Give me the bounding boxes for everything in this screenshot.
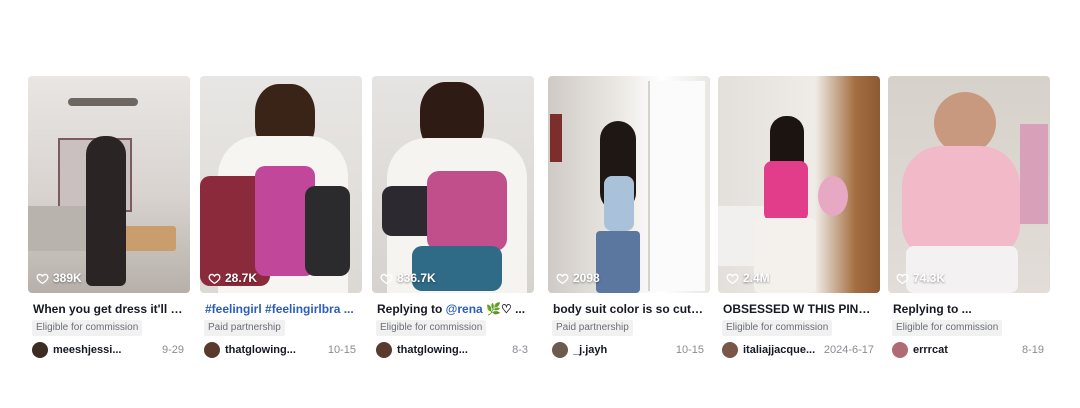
video-thumbnail[interactable]: 836.7K: [372, 76, 534, 293]
avatar[interactable]: [32, 342, 48, 358]
heart-outline-icon: [726, 273, 739, 284]
video-card[interactable]: 74.3K Replying to ... Eligible for commi…: [888, 76, 1050, 359]
post-date: 8-3: [512, 344, 528, 356]
username[interactable]: _j.jayh: [573, 344, 669, 356]
video-grid: 389K When you get dress it'll give... El…: [0, 0, 1080, 408]
username[interactable]: errrcat: [913, 344, 1009, 356]
paid-partnership-badge: Paid partnership: [552, 320, 633, 336]
like-count-value: 28.7K: [225, 271, 258, 285]
like-count-value: 836.7K: [397, 271, 436, 285]
video-caption[interactable]: #feelingirl #feelingirlbra ...: [200, 301, 357, 317]
video-caption[interactable]: Replying to @rena 🌿♡ ...: [372, 301, 529, 317]
video-card[interactable]: 28.7K #feelingirl #feelingirlbra ... Pai…: [200, 76, 362, 359]
video-caption[interactable]: body suit color is so cute an...: [548, 301, 705, 317]
wall-decor-graphic: [1020, 124, 1048, 224]
video-caption[interactable]: When you get dress it'll give...: [28, 301, 185, 317]
person-jeans: [596, 231, 640, 293]
painting-graphic: [550, 114, 562, 162]
video-thumbnail[interactable]: 2098: [548, 76, 710, 293]
video-meta: thatglowing... 8-3: [372, 341, 534, 359]
heart-outline-icon: [556, 273, 569, 284]
username[interactable]: thatglowing...: [397, 344, 493, 356]
video-thumbnail[interactable]: 389K: [28, 76, 190, 293]
video-thumbnail[interactable]: 2.4M: [718, 76, 880, 293]
like-count: 836.7K: [380, 271, 436, 285]
heart-outline-icon: [380, 273, 393, 284]
video-caption[interactable]: Replying to ...: [888, 301, 1045, 317]
avatar[interactable]: [204, 342, 220, 358]
caption-hashtags[interactable]: #feelingirl #feelingirlbra ...: [205, 302, 354, 316]
commission-badge: Eligible for commission: [376, 320, 487, 336]
video-meta: thatglowing... 10-15: [200, 341, 362, 359]
avatar[interactable]: [552, 342, 568, 358]
clothes-pile: [427, 171, 507, 251]
like-count-value: 389K: [53, 271, 82, 285]
person-bodysuit: [764, 161, 808, 221]
person-top: [604, 176, 634, 231]
like-count: 389K: [36, 271, 82, 285]
person-skirt: [906, 246, 1018, 293]
like-count: 2098: [556, 271, 600, 285]
person-head: [934, 92, 996, 154]
post-date: 2024-6-17: [823, 344, 874, 356]
caption-suffix: 🌿♡ ...: [482, 302, 526, 316]
video-meta: errrcat 8-19: [888, 341, 1050, 359]
caption-mention[interactable]: @rena: [446, 302, 483, 316]
video-meta: _j.jayh 10-15: [548, 341, 710, 359]
clothes-pile: [305, 186, 350, 276]
username[interactable]: italiajjacque...: [743, 344, 824, 356]
commission-badge: Eligible for commission: [32, 320, 143, 336]
video-thumbnail[interactable]: 28.7K: [200, 76, 362, 293]
username[interactable]: meeshjessi...: [53, 344, 149, 356]
video-card[interactable]: 2098 body suit color is so cute an... Pa…: [548, 76, 710, 359]
post-date: 10-15: [327, 344, 356, 356]
video-meta: meeshjessi... 9-29: [28, 341, 190, 359]
commission-badge: Eligible for commission: [722, 320, 833, 336]
post-date: 9-29: [161, 344, 184, 356]
door-graphic: [648, 81, 705, 291]
paid-partnership-badge: Paid partnership: [204, 320, 285, 336]
like-count: 28.7K: [208, 271, 257, 285]
ceiling-fan-graphic: [68, 98, 138, 106]
post-date: 8-19: [1021, 344, 1044, 356]
like-count-value: 2.4M: [743, 271, 770, 285]
like-count-value: 74.3K: [913, 271, 946, 285]
heart-outline-icon: [36, 273, 49, 284]
avatar[interactable]: [376, 342, 392, 358]
video-card[interactable]: 2.4M OBSESSED W THIS PINK FO... Eligible…: [718, 76, 880, 359]
caption-prefix: Replying to: [377, 302, 446, 316]
like-count: 2.4M: [726, 271, 770, 285]
like-count: 74.3K: [896, 271, 945, 285]
video-caption[interactable]: OBSESSED W THIS PINK FO...: [718, 301, 875, 317]
video-meta: italiajjacque... 2024-6-17: [718, 341, 880, 359]
like-count-value: 2098: [573, 271, 600, 285]
person-figure: [86, 136, 126, 286]
heart-outline-icon: [208, 273, 221, 284]
video-thumbnail[interactable]: 74.3K: [888, 76, 1050, 293]
username[interactable]: thatglowing...: [225, 344, 321, 356]
flower-vase-graphic: [818, 176, 848, 216]
heart-outline-icon: [896, 273, 909, 284]
avatar[interactable]: [722, 342, 738, 358]
commission-badge: Eligible for commission: [892, 320, 1003, 336]
post-date: 10-15: [675, 344, 704, 356]
video-card[interactable]: 389K When you get dress it'll give... El…: [28, 76, 190, 359]
video-card[interactable]: 836.7K Replying to @rena 🌿♡ ... Eligible…: [372, 76, 534, 359]
person-top: [902, 146, 1020, 256]
avatar[interactable]: [892, 342, 908, 358]
